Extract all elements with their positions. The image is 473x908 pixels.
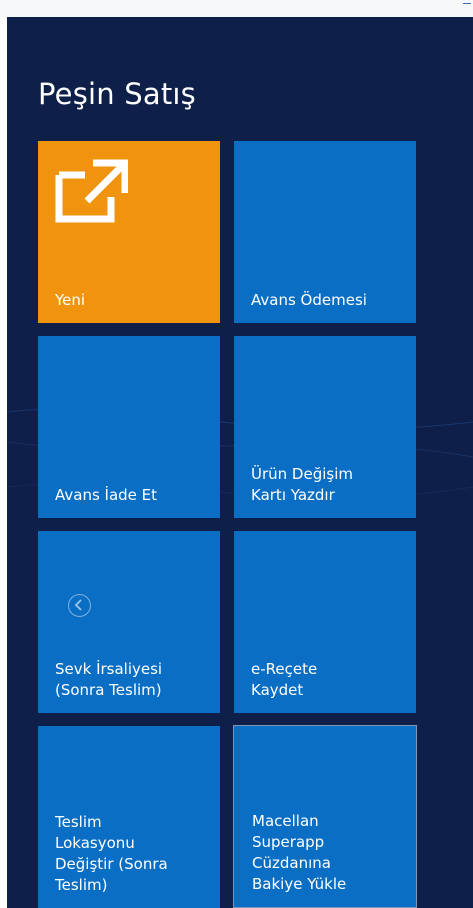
window-control-mark: [463, 3, 471, 4]
open-external-icon: [55, 159, 128, 223]
tile-label: Ürün Değişim Kartı Yazdır: [251, 465, 353, 504]
tile-teslim-lokasyonu-degistir[interactable]: Teslim Lokasyonu Değiştir (Sonra Teslim): [38, 726, 220, 908]
tile-label: Avans Ödemesi: [251, 291, 367, 309]
page-title: Peşin Satış: [38, 77, 196, 111]
tile-urun-degisim-karti-yazdir[interactable]: Ürün Değişim Kartı Yazdır: [234, 336, 416, 518]
tile-label: e-Reçete Kaydet: [251, 660, 318, 699]
tile-label: Sevk İrsaliyesi (Sonra Teslim): [55, 660, 163, 699]
tile-macellan-superapp[interactable]: Macellan Superapp Cüzdanına Bakiye Yükle: [233, 725, 417, 908]
tile-avans-iade-et[interactable]: Avans İade Et: [38, 336, 220, 518]
tile-yeni[interactable]: Yeni: [38, 141, 220, 323]
tile-sevk-irsaliyesi[interactable]: Sevk İrsaliyesi (Sonra Teslim): [38, 531, 220, 713]
app-window: Peşin Satış Yeni Avans Ödemesi Avans İad…: [7, 17, 473, 908]
tile-label: Teslim Lokasyonu Değiştir (Sonra Teslim): [55, 813, 168, 894]
back-arrow-icon[interactable]: [68, 594, 91, 617]
tile-avans-odemesi[interactable]: Avans Ödemesi: [234, 141, 416, 323]
tile-label: Avans İade Et: [55, 486, 158, 504]
tile-label: Yeni: [55, 291, 86, 309]
top-strip: [0, 0, 473, 17]
tile-label: Macellan Superapp Cüzdanına Bakiye Yükle: [252, 812, 347, 893]
chevron-left-icon: [74, 599, 82, 611]
tile-e-recete-kaydet[interactable]: e-Reçete Kaydet: [234, 531, 416, 713]
